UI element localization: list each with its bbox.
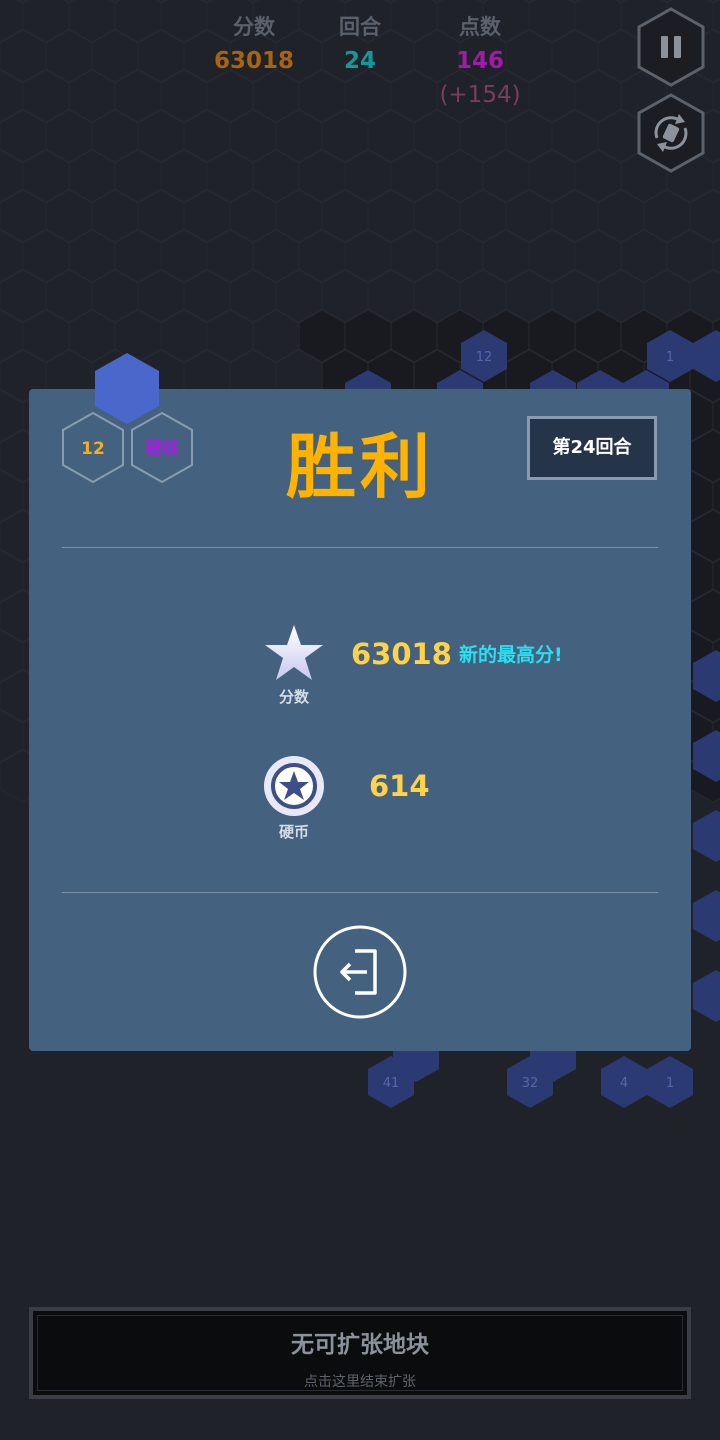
tile-number: 12 — [81, 439, 105, 459]
board-tile-label: 12 — [476, 350, 493, 365]
board-tile[interactable] — [693, 810, 720, 862]
selected-tile-info: 12 硬核 — [62, 353, 193, 484]
divider — [62, 892, 658, 893]
new-highscore-label: 新的最高分! — [459, 644, 563, 666]
round-badge: 第24回合 — [527, 416, 657, 480]
board-tile[interactable] — [693, 330, 720, 382]
star-icon — [265, 625, 323, 680]
board-tile-label: 4 — [620, 1076, 628, 1091]
tile-type: 硬核 — [145, 438, 179, 459]
end-expansion-title: 无可扩张地块 — [291, 1332, 429, 1358]
score-stat-value: 63018 — [351, 637, 452, 671]
selected-tile[interactable] — [95, 353, 159, 424]
exit-button[interactable] — [313, 925, 407, 1019]
board-tile[interactable]: 12 — [461, 330, 507, 382]
score-value: 63018 — [214, 48, 295, 74]
board-tile[interactable]: 1 — [647, 330, 693, 382]
board-tile-label: 1 — [666, 1076, 674, 1091]
board-tile-label: 32 — [522, 1076, 539, 1091]
exit-door-icon — [340, 949, 377, 995]
board-tile[interactable]: 4 — [601, 1056, 647, 1108]
points-bonus: (+154) — [439, 82, 521, 108]
board-tile-label: 1 — [666, 350, 674, 365]
hud-round: 回合 24 — [330, 10, 390, 78]
board-tile-label: 41 — [383, 1076, 400, 1091]
coin-stat-value: 614 — [369, 769, 430, 803]
end-expansion-button[interactable]: 无可扩张地块 点击这里结束扩张 — [29, 1307, 691, 1399]
score-label: 分数 — [233, 15, 275, 39]
end-expansion-hint: 点击这里结束扩张 — [304, 1374, 416, 1390]
board-tile[interactable] — [693, 970, 720, 1022]
points-value: 146 — [455, 48, 504, 74]
board-tile[interactable] — [693, 730, 720, 782]
coin-icon — [264, 756, 324, 816]
pause-button[interactable] — [635, 6, 707, 88]
round-value: 24 — [343, 48, 376, 74]
score-stat-label: 分数 — [278, 688, 309, 706]
points-value-line: 146 (+154) — [418, 44, 542, 112]
board-tile[interactable] — [693, 890, 720, 942]
points-label: 点数 — [459, 15, 501, 39]
board-tile[interactable]: 1 — [647, 1056, 693, 1108]
rotate-tile-button[interactable] — [635, 92, 707, 174]
hud-score: 分数 63018 — [214, 10, 294, 78]
hud-points: 点数 146 (+154) — [418, 10, 542, 112]
coin-stat-label: 硬币 — [278, 823, 309, 841]
divider — [62, 547, 658, 548]
board-tile[interactable] — [693, 650, 720, 702]
round-label: 回合 — [339, 15, 381, 39]
